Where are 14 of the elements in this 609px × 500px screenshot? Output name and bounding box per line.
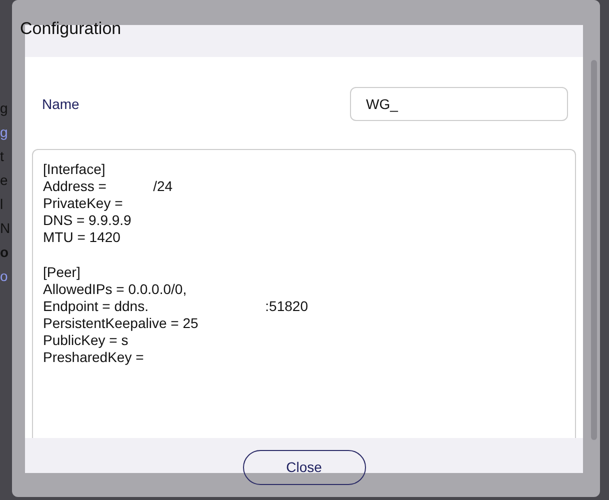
name-label: Name bbox=[42, 94, 80, 114]
name-field[interactable]: WG_ bbox=[350, 87, 568, 121]
background-link-text[interactable]: g bbox=[0, 122, 12, 142]
config-textarea[interactable]: [Interface] Address = /24 PrivateKey = DNS = 9.9.9.9 MTU = 1420 [Peer] AllowedIPs = 0.0.0.0/0, Endpoint = ddns. :51820 PersistentKeepalive = 25 PublicKey = s PresharedKey = bbox=[32, 149, 576, 438]
scrollbar[interactable] bbox=[591, 60, 597, 440]
background-text: N bbox=[0, 219, 12, 238]
background-text: l bbox=[0, 195, 4, 214]
background-text: e bbox=[0, 171, 9, 190]
dialog-title: Configuration bbox=[20, 18, 122, 40]
background-text: t bbox=[0, 147, 5, 166]
background-text: g bbox=[0, 99, 9, 118]
close-button[interactable]: Close bbox=[242, 450, 366, 485]
background-link-text[interactable]: o bbox=[0, 266, 12, 286]
background-text: o bbox=[0, 243, 10, 262]
